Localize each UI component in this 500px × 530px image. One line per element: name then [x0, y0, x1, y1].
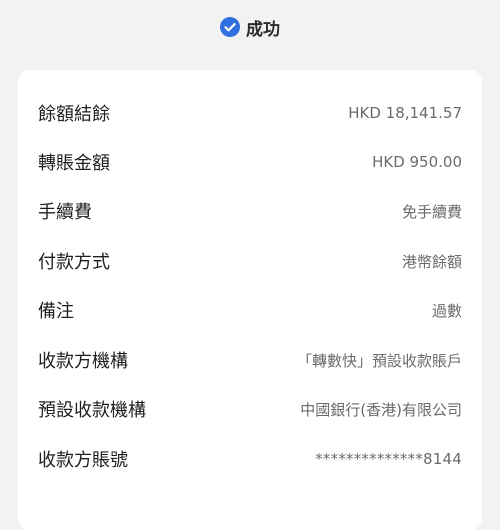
- detail-label: 手續費: [38, 202, 92, 223]
- detail-label: 備注: [38, 301, 74, 322]
- detail-label: 預設收款機構: [38, 400, 146, 421]
- status-text: 成功: [246, 19, 280, 40]
- detail-value: 「轉數快」預設收款賬戶: [296, 351, 462, 370]
- detail-label: 收款方機構: [38, 351, 128, 372]
- detail-value: 過數: [431, 301, 462, 320]
- detail-value: HKD 950.00: [372, 153, 462, 171]
- status-header: 成功: [0, 12, 500, 42]
- detail-value: 港幣餘額: [401, 252, 462, 271]
- detail-value: 中國銀行(香港)有限公司: [300, 400, 462, 419]
- detail-row-remark: 備注 過數: [18, 295, 482, 325]
- check-circle-icon: [220, 17, 240, 37]
- detail-row-default-institution: 預設收款機構 中國銀行(香港)有限公司: [18, 394, 482, 424]
- detail-label: 收款方賬號: [38, 450, 128, 471]
- detail-row-transfer-amount: 轉賬金額 HKD 950.00: [18, 147, 482, 177]
- detail-value: 免手續費: [401, 202, 462, 221]
- detail-label: 付款方式: [38, 252, 110, 273]
- detail-row-payee-account: 收款方賬號 **************8144: [18, 444, 482, 474]
- detail-label: 轉賬金額: [38, 153, 110, 174]
- detail-value: HKD 18,141.57: [348, 104, 462, 122]
- detail-row-payment-method: 付款方式 港幣餘額: [18, 246, 482, 276]
- detail-label: 餘額結餘: [38, 104, 110, 125]
- detail-row-fee: 手續費 免手續費: [18, 196, 482, 226]
- detail-row-payee-institution: 收款方機構 「轉數快」預設收款賬戶: [18, 345, 482, 375]
- transaction-details-card: 餘額結餘 HKD 18,141.57 轉賬金額 HKD 950.00 手續費 免…: [18, 70, 482, 530]
- detail-row-balance: 餘額結餘 HKD 18,141.57: [18, 98, 482, 128]
- detail-value: **************8144: [315, 450, 462, 468]
